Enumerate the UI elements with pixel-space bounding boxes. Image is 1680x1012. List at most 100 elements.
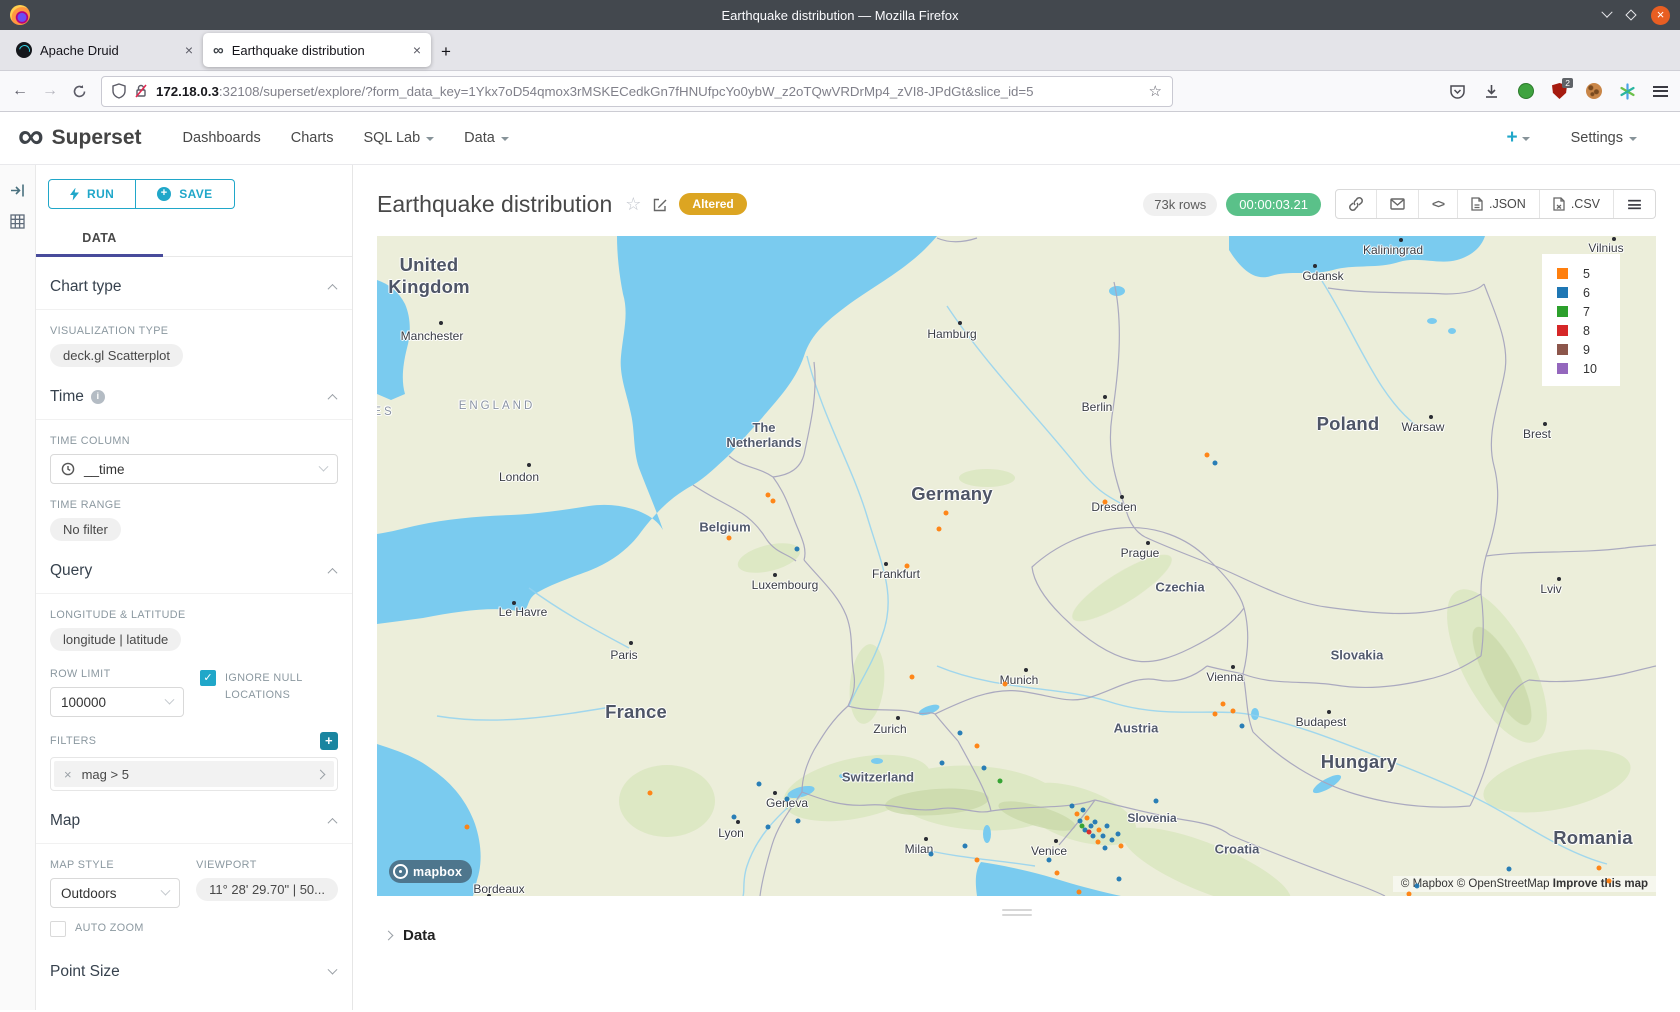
save-button[interactable]: +SAVE [136, 179, 234, 209]
multi-account-icon[interactable] [1619, 83, 1636, 100]
new-tab-button[interactable]: + [441, 42, 451, 62]
legend-item: 7 [1542, 302, 1620, 321]
map-canvas[interactable]: 5678910 mapbox © Mapbox © OpenStreetMap … [377, 236, 1656, 896]
reload-button[interactable] [72, 84, 87, 99]
dataset-grid-icon[interactable] [10, 214, 25, 229]
data-panel-header[interactable]: Data [377, 927, 1656, 944]
url-host: 172.18.0.3 [156, 84, 219, 99]
browser-menu-icon[interactable] [1653, 86, 1668, 97]
ignore-null-checkbox[interactable]: ✓ [200, 670, 216, 686]
attribution-osm[interactable]: © OpenStreetMap [1457, 878, 1550, 890]
scatter-point [785, 797, 790, 802]
bookmark-star-icon[interactable]: ☆ [1149, 82, 1162, 100]
scatter-point [1607, 879, 1612, 884]
shield-icon[interactable] [112, 83, 126, 99]
scatter-point [998, 779, 1003, 784]
export-csv-button[interactable]: .CSV [1539, 190, 1613, 218]
legend-item: 10 [1542, 359, 1620, 378]
auto-zoom-checkbox[interactable] [50, 921, 66, 937]
city-dot [958, 321, 962, 325]
add-new-button[interactable]: + [1506, 127, 1529, 149]
tab-close-icon[interactable]: × [413, 42, 421, 58]
lonlat-value[interactable]: longitude | latitude [50, 628, 181, 651]
time-range-value[interactable]: No filter [50, 518, 121, 541]
superset-brand[interactable]: Superset [52, 126, 142, 150]
nav-data[interactable]: Data [449, 130, 524, 146]
tab-close-icon[interactable]: × [185, 42, 193, 58]
nav-dashboards[interactable]: Dashboards [168, 130, 276, 146]
scatter-point [1221, 702, 1226, 707]
altered-badge[interactable]: Altered [679, 193, 746, 215]
browser-tab-earthquake-distribution[interactable]: ∞ Earthquake distribution × [203, 33, 431, 67]
map-style-select[interactable]: Outdoors [50, 878, 180, 908]
panel-resize-handle[interactable] [1002, 909, 1032, 916]
data-panel-label: Data [403, 927, 436, 944]
scatter-point [1081, 808, 1086, 813]
nav-settings[interactable]: Settings [1556, 130, 1652, 146]
run-button[interactable]: RUN [48, 179, 136, 209]
forward-button[interactable]: → [42, 82, 58, 100]
pocket-icon[interactable] [1449, 83, 1466, 100]
chart-menu-button[interactable] [1613, 190, 1655, 218]
window-close-button[interactable]: × [1651, 6, 1670, 25]
scatter-point [1213, 461, 1218, 466]
legend-label: 9 [1583, 343, 1590, 357]
viz-type-value[interactable]: deck.gl Scatterplot [50, 344, 183, 367]
window-maximize-icon[interactable] [1625, 9, 1636, 20]
section-time[interactable]: Timei [36, 367, 352, 419]
download-icon[interactable] [1483, 83, 1500, 100]
section-chart-type[interactable]: Chart type [36, 257, 352, 309]
superset-logo-icon[interactable]: ∞ [18, 122, 44, 151]
time-column-label: TIME COLUMN [50, 435, 338, 447]
filter-chip[interactable]: × mag > 5 [54, 761, 334, 787]
share-link-button[interactable] [1336, 190, 1376, 218]
edit-properties-icon[interactable] [652, 197, 668, 213]
tab-data[interactable]: DATA [36, 224, 163, 257]
collapse-panel-icon[interactable] [10, 183, 25, 198]
city-dot [896, 716, 900, 720]
scatter-point [905, 564, 910, 569]
info-icon: i [91, 390, 105, 404]
scatter-point [1116, 832, 1121, 837]
chevron-down-icon [328, 964, 338, 974]
row-limit-select[interactable]: 100000 [50, 687, 184, 717]
favorite-star-icon[interactable]: ☆ [625, 194, 641, 215]
ublock-icon[interactable]: 2 [1551, 83, 1568, 100]
mapbox-logo[interactable]: mapbox [389, 860, 472, 883]
scatter-point [1597, 866, 1602, 871]
scatter-point [1093, 820, 1098, 825]
nav-sql-lab[interactable]: SQL Lab [348, 130, 449, 146]
back-button[interactable]: ← [12, 82, 28, 100]
remove-filter-icon[interactable]: × [64, 767, 72, 782]
attribution-mapbox[interactable]: © Mapbox [1401, 878, 1454, 890]
scatter-point [732, 815, 737, 820]
browser-tab-apache-druid[interactable]: Apache Druid × [6, 33, 203, 67]
email-button[interactable] [1376, 190, 1418, 218]
city-dot [512, 601, 516, 605]
section-point-size[interactable]: Point Size [36, 937, 352, 994]
lock-insecure-icon[interactable] [134, 83, 148, 99]
cookie-extension-icon[interactable] [1585, 83, 1602, 100]
time-column-select[interactable]: __time [50, 454, 338, 484]
attribution-improve-link[interactable]: Improve this map [1553, 878, 1648, 890]
city-dot [736, 820, 740, 824]
druid-favicon [16, 42, 32, 58]
city-dot [1120, 495, 1124, 499]
embed-code-button[interactable]: <> [1418, 190, 1457, 218]
scatter-point [944, 511, 949, 516]
scatter-point [975, 858, 980, 863]
export-json-button[interactable]: .JSON [1457, 190, 1539, 218]
city-dot [773, 573, 777, 577]
section-map[interactable]: Map [36, 791, 352, 843]
legend-swatch [1557, 306, 1568, 317]
privacy-badger-icon[interactable] [1517, 83, 1534, 100]
section-query[interactable]: Query [36, 541, 352, 593]
scatter-point [937, 527, 942, 532]
nav-charts[interactable]: Charts [276, 130, 349, 146]
window-minimize-icon[interactable] [1601, 7, 1612, 18]
query-timer-badge: 00:00:03.21 [1226, 193, 1321, 216]
viewport-value[interactable]: 11° 28' 29.70" | 50... [196, 878, 338, 901]
url-bar[interactable]: 172.18.0.3:32108/superset/explore/?form_… [101, 76, 1173, 107]
add-filter-button[interactable]: + [320, 732, 338, 750]
scatter-point [1087, 830, 1092, 835]
